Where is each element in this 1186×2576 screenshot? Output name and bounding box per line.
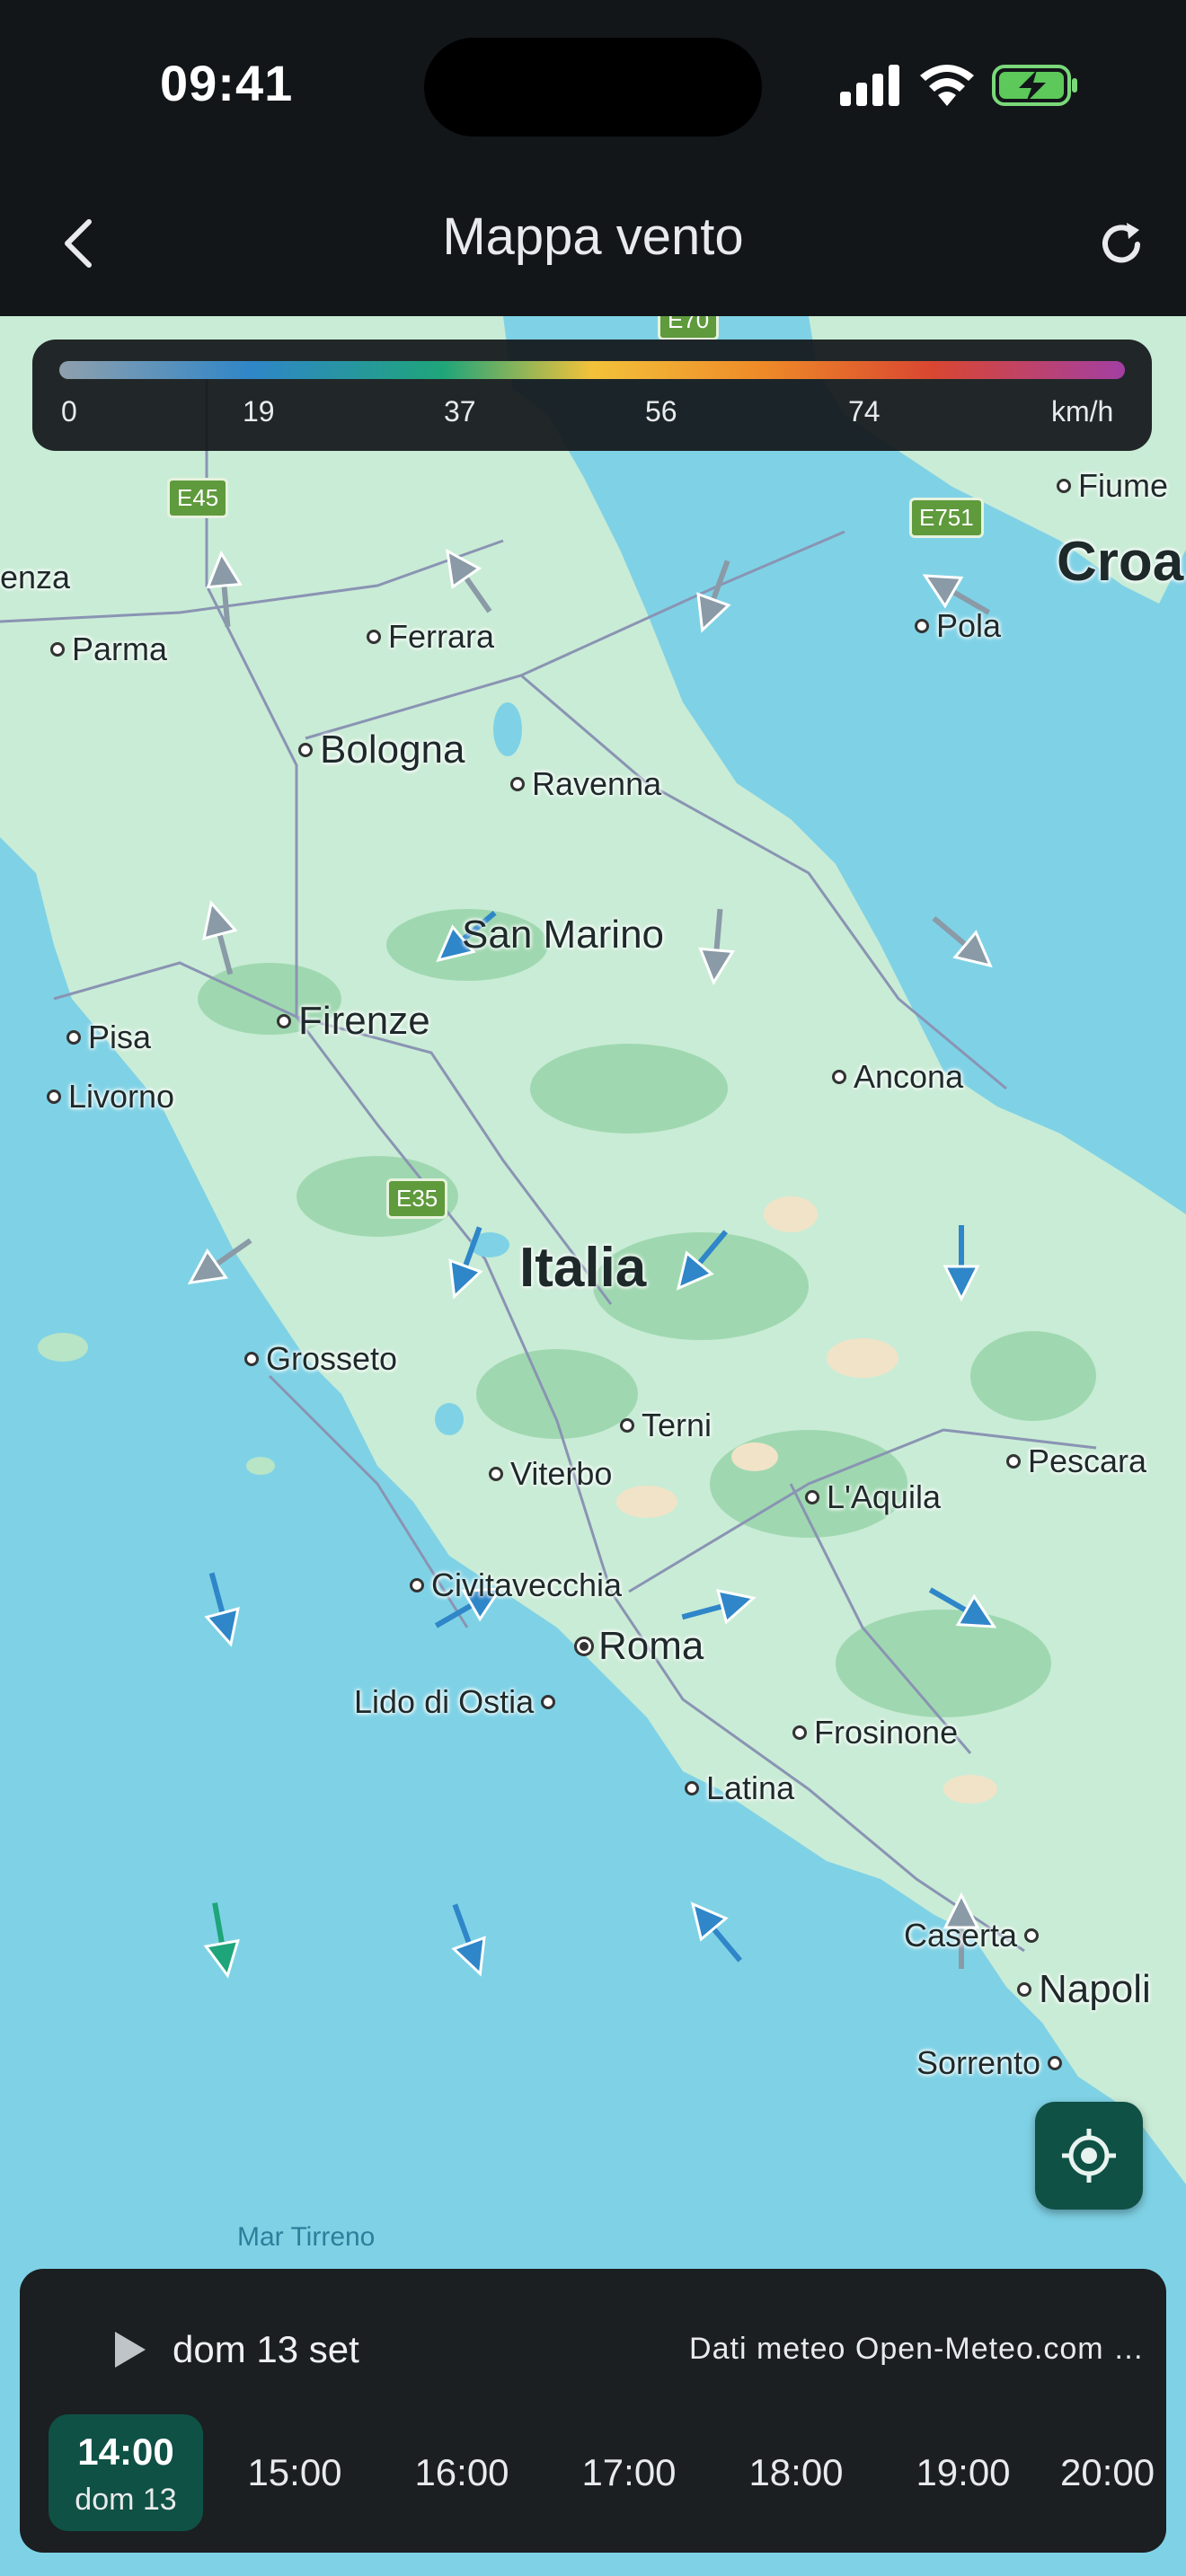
legend-tick: 0 bbox=[61, 395, 77, 428]
status-time: 09:41 bbox=[160, 55, 294, 111]
city-terni[interactable]: Terni bbox=[620, 1407, 712, 1444]
time-controls-panel: dom 13 set Dati meteo Open-Meteo.com … 1… bbox=[20, 2269, 1166, 2553]
status-bar: 09:41 bbox=[0, 0, 1186, 171]
city-roma[interactable]: Roma bbox=[574, 1624, 704, 1669]
page-title: Mappa vento bbox=[442, 207, 744, 266]
play-button[interactable] bbox=[86, 2314, 173, 2386]
hour-chip[interactable]: 17:00 bbox=[559, 2414, 699, 2531]
legend-tick: 74 bbox=[848, 395, 881, 428]
refresh-icon bbox=[1102, 223, 1140, 263]
road-label-e35: E35 bbox=[386, 1178, 448, 1219]
city-civitavecchia[interactable]: Civitavecchia bbox=[410, 1566, 622, 1604]
my-location-button[interactable] bbox=[1035, 2102, 1143, 2210]
play-icon bbox=[115, 2332, 146, 2368]
wind-arrow-icon bbox=[204, 1572, 240, 1647]
hour-selector[interactable]: 14:00 dom 13 15:00 16:00 17:00 18:00 19:… bbox=[49, 2414, 1166, 2531]
city-lido-di-ostia[interactable]: Lido di Ostia bbox=[354, 1683, 556, 1721]
hour-chip[interactable]: 20:00 bbox=[1060, 2414, 1166, 2531]
wind-arrow-icon bbox=[445, 548, 492, 613]
city-livorno[interactable]: Livorno bbox=[47, 1078, 174, 1116]
city-ferrara[interactable]: Ferrara bbox=[367, 618, 494, 656]
wind-arrow-icon bbox=[690, 1901, 743, 1963]
city-latina[interactable]: Latina bbox=[685, 1769, 794, 1807]
wind-arrow-icon bbox=[928, 1587, 997, 1628]
data-attribution-link[interactable]: Dati meteo Open-Meteo.com … bbox=[659, 2332, 1145, 2367]
wind-arrow-icon bbox=[696, 560, 731, 633]
city-parma[interactable]: Parma bbox=[50, 631, 167, 668]
city-croazia: Croa bbox=[1057, 531, 1184, 593]
road-label-e70: E70 bbox=[658, 316, 720, 340]
crosshair-icon bbox=[1062, 2129, 1116, 2183]
city-ancona[interactable]: Ancona bbox=[832, 1058, 963, 1096]
city-caserta[interactable]: Caserta bbox=[904, 1917, 1040, 1954]
legend-unit: km/h bbox=[1051, 395, 1114, 428]
wind-arrow-icon bbox=[202, 900, 238, 975]
hour-chip[interactable]: 19:00 bbox=[893, 2414, 1033, 2531]
city-laquila[interactable]: L'Aquila bbox=[805, 1478, 941, 1516]
app-header: Mappa vento bbox=[0, 171, 1186, 316]
dynamic-island bbox=[424, 38, 762, 137]
country-label-italia: Italia bbox=[519, 1237, 647, 1299]
selected-hour-time: 14:00 bbox=[77, 2430, 174, 2473]
wind-arrow-icon bbox=[943, 1225, 980, 1302]
city-sorrento[interactable]: Sorrento bbox=[916, 2044, 1063, 2082]
wind-arrow-icon bbox=[932, 915, 993, 968]
road-label-e45: E45 bbox=[167, 478, 229, 518]
battery-charging-icon bbox=[992, 65, 1077, 106]
wind-speed-legend: 0 19 37 56 74 km/h bbox=[32, 340, 1152, 451]
wifi-icon bbox=[920, 65, 974, 106]
wind-arrow-icon bbox=[206, 550, 243, 628]
city-pescara[interactable]: Pescara bbox=[1006, 1442, 1146, 1480]
current-date: dom 13 set bbox=[173, 2328, 359, 2370]
wind-arrow-icon bbox=[676, 1230, 729, 1291]
refresh-button[interactable] bbox=[1085, 208, 1157, 280]
city-firenze[interactable]: Firenze bbox=[277, 999, 430, 1044]
city-ravenna[interactable]: Ravenna bbox=[510, 765, 661, 803]
selected-hour-day: dom 13 bbox=[75, 2483, 177, 2517]
hour-chip[interactable]: 18:00 bbox=[726, 2414, 866, 2531]
city-san-marino[interactable]: San Marino bbox=[462, 913, 664, 957]
city-vicenza[interactable]: enza bbox=[0, 559, 70, 596]
legend-tick: 37 bbox=[444, 395, 476, 428]
city-viterbo[interactable]: Viterbo bbox=[489, 1455, 612, 1493]
legend-tick: 56 bbox=[645, 395, 677, 428]
legend-tick: 19 bbox=[243, 395, 275, 428]
city-fiume[interactable]: Fiume bbox=[1057, 467, 1168, 505]
hour-chip-selected[interactable]: 14:00 dom 13 bbox=[49, 2414, 203, 2531]
wind-arrow-icon bbox=[448, 1226, 483, 1300]
city-pola[interactable]: Pola bbox=[915, 607, 1001, 645]
city-napoli[interactable]: Napoli bbox=[1017, 1967, 1151, 2012]
wind-arrow-icon bbox=[187, 1238, 252, 1285]
wind-arrow-icon bbox=[451, 1903, 486, 1977]
cellular-signal-icon bbox=[840, 65, 899, 106]
legend-gradient-bar bbox=[59, 361, 1125, 379]
city-frosinone[interactable]: Frosinone bbox=[792, 1714, 958, 1751]
map-canvas[interactable]: E70 E45 E751 E35 Fiume Croa enza Parma F… bbox=[0, 316, 1186, 2576]
city-grosseto[interactable]: Grosseto bbox=[244, 1340, 397, 1378]
sea-label-tirreno: Mar Tirreno bbox=[237, 2222, 376, 2252]
hour-chip[interactable]: 15:00 bbox=[225, 2414, 365, 2531]
wind-arrow-icon bbox=[203, 1902, 240, 1979]
city-pisa[interactable]: Pisa bbox=[66, 1019, 151, 1056]
road-label-e751: E751 bbox=[909, 498, 984, 538]
wind-map-screen: E70 E45 E751 E35 Fiume Croa enza Parma F… bbox=[0, 0, 1186, 2576]
hour-chip[interactable]: 16:00 bbox=[392, 2414, 532, 2531]
city-bologna[interactable]: Bologna bbox=[298, 728, 465, 772]
wind-arrow-icon bbox=[698, 908, 735, 986]
